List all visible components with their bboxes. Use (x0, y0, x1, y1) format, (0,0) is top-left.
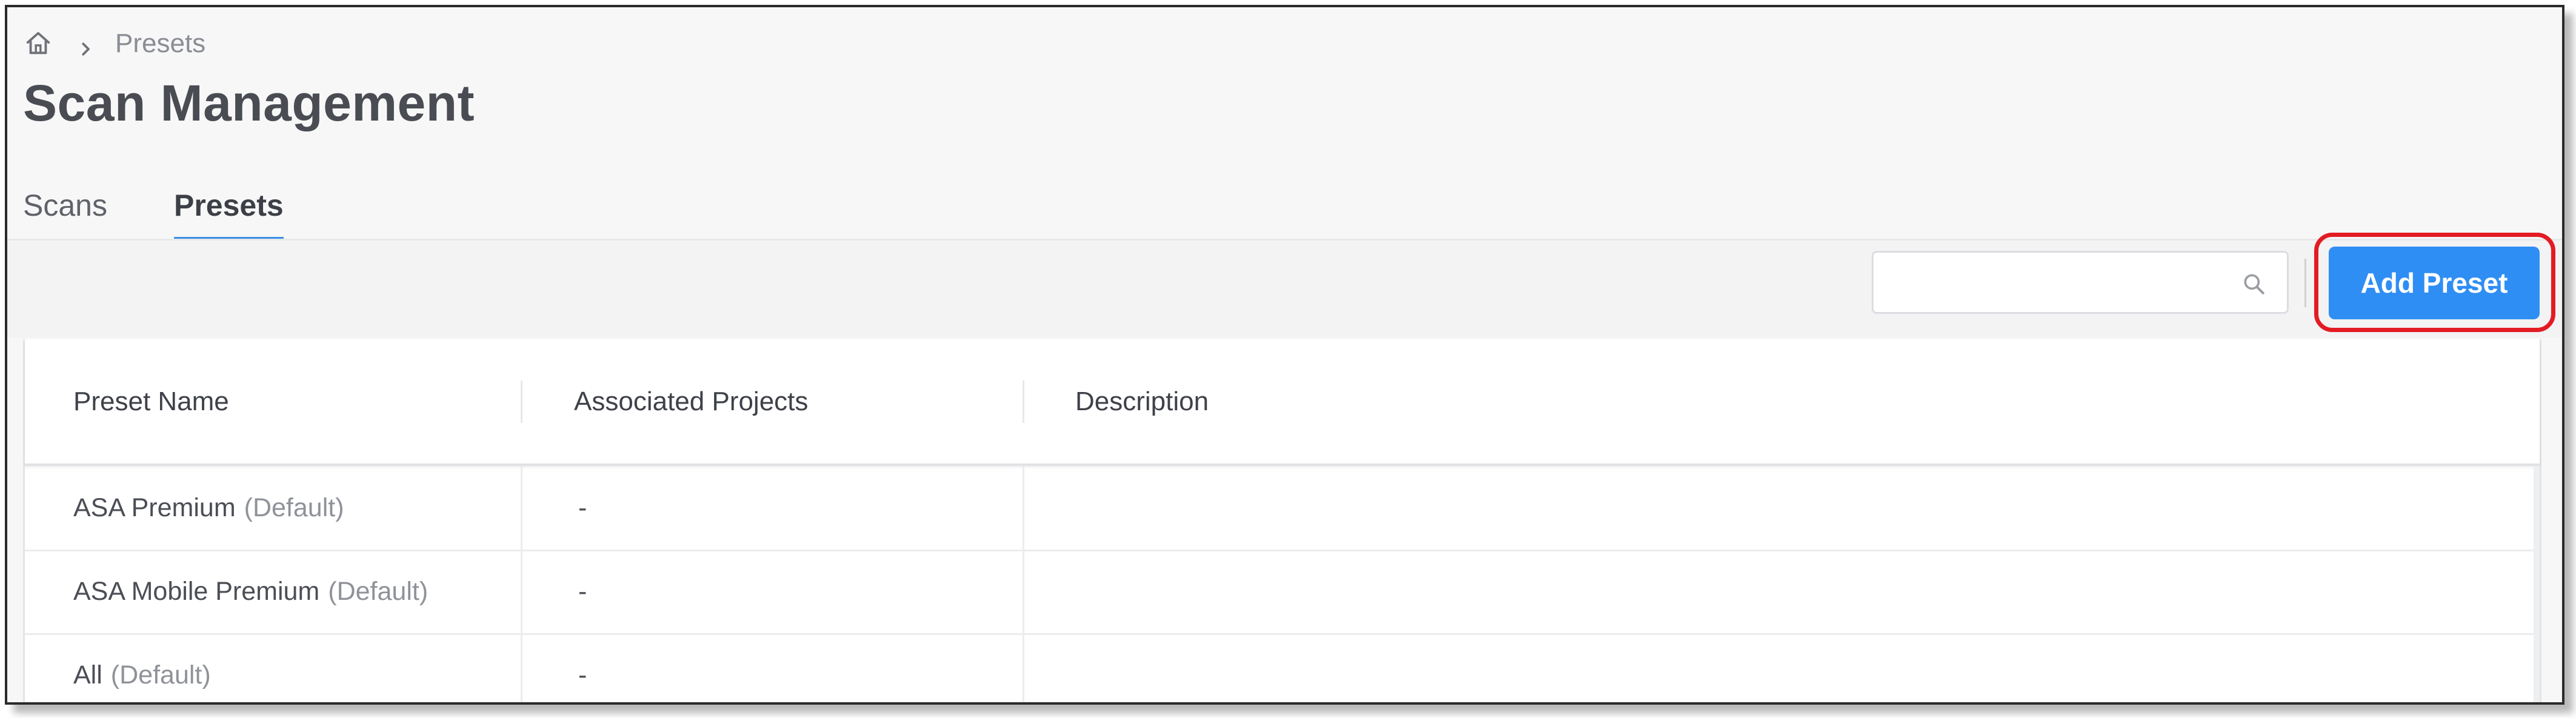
table-row[interactable]: ASA Premium (Default) - (25, 466, 2540, 551)
column-header-preset-name[interactable]: Preset Name (73, 339, 229, 464)
default-tag: (Default) (244, 493, 344, 522)
tab-bar: Scans Presets (23, 170, 350, 241)
toolbar-divider (2304, 259, 2306, 307)
column-header-associated-projects[interactable]: Associated Projects (574, 339, 808, 464)
column-divider (1023, 550, 1024, 633)
default-tag: (Default) (328, 576, 429, 606)
preset-name: ASA Mobile Premium (73, 576, 320, 606)
preset-name-cell: All (Default) (73, 633, 211, 702)
preset-name-cell: ASA Premium (Default) (73, 466, 344, 550)
preset-name: All (73, 660, 102, 690)
tab-presets[interactable]: Presets (173, 170, 284, 241)
presets-table: Preset Name Associated Projects Descript… (23, 339, 2541, 702)
column-divider (521, 633, 522, 702)
column-header-description[interactable]: Description (1075, 339, 1209, 464)
column-divider (1023, 466, 1024, 550)
chevron-right-icon (76, 35, 95, 56)
associated-projects-cell: - (578, 576, 587, 606)
preset-name: ASA Premium (73, 493, 236, 522)
breadcrumb-current: Presets (115, 28, 206, 58)
table-row[interactable]: ASA Mobile Premium (Default) - (25, 550, 2540, 635)
column-divider[interactable] (521, 381, 522, 423)
app-window: Presets Scan Management Scans Presets Ad… (5, 5, 2564, 705)
add-preset-button[interactable]: Add Preset (2329, 247, 2540, 319)
tab-scans[interactable]: Scans (23, 170, 107, 241)
table-header: Preset Name Associated Projects Descript… (25, 339, 2540, 466)
breadcrumb: Presets (24, 25, 205, 62)
page-title: Scan Management (23, 75, 475, 131)
column-divider[interactable] (1023, 381, 1024, 423)
column-divider (521, 550, 522, 633)
table-scrollbar[interactable] (2534, 466, 2540, 702)
search-input[interactable] (1886, 261, 2227, 305)
home-icon[interactable] (24, 30, 52, 58)
preset-name-cell: ASA Mobile Premium (Default) (73, 550, 428, 633)
column-divider (521, 466, 522, 550)
default-tag: (Default) (110, 660, 211, 690)
table-row[interactable]: All (Default) - (25, 633, 2540, 702)
associated-projects-cell: - (578, 493, 587, 522)
associated-projects-cell: - (578, 660, 587, 690)
search-icon[interactable] (2241, 271, 2267, 298)
search-box[interactable] (1872, 251, 2289, 314)
column-divider (1023, 633, 1024, 702)
